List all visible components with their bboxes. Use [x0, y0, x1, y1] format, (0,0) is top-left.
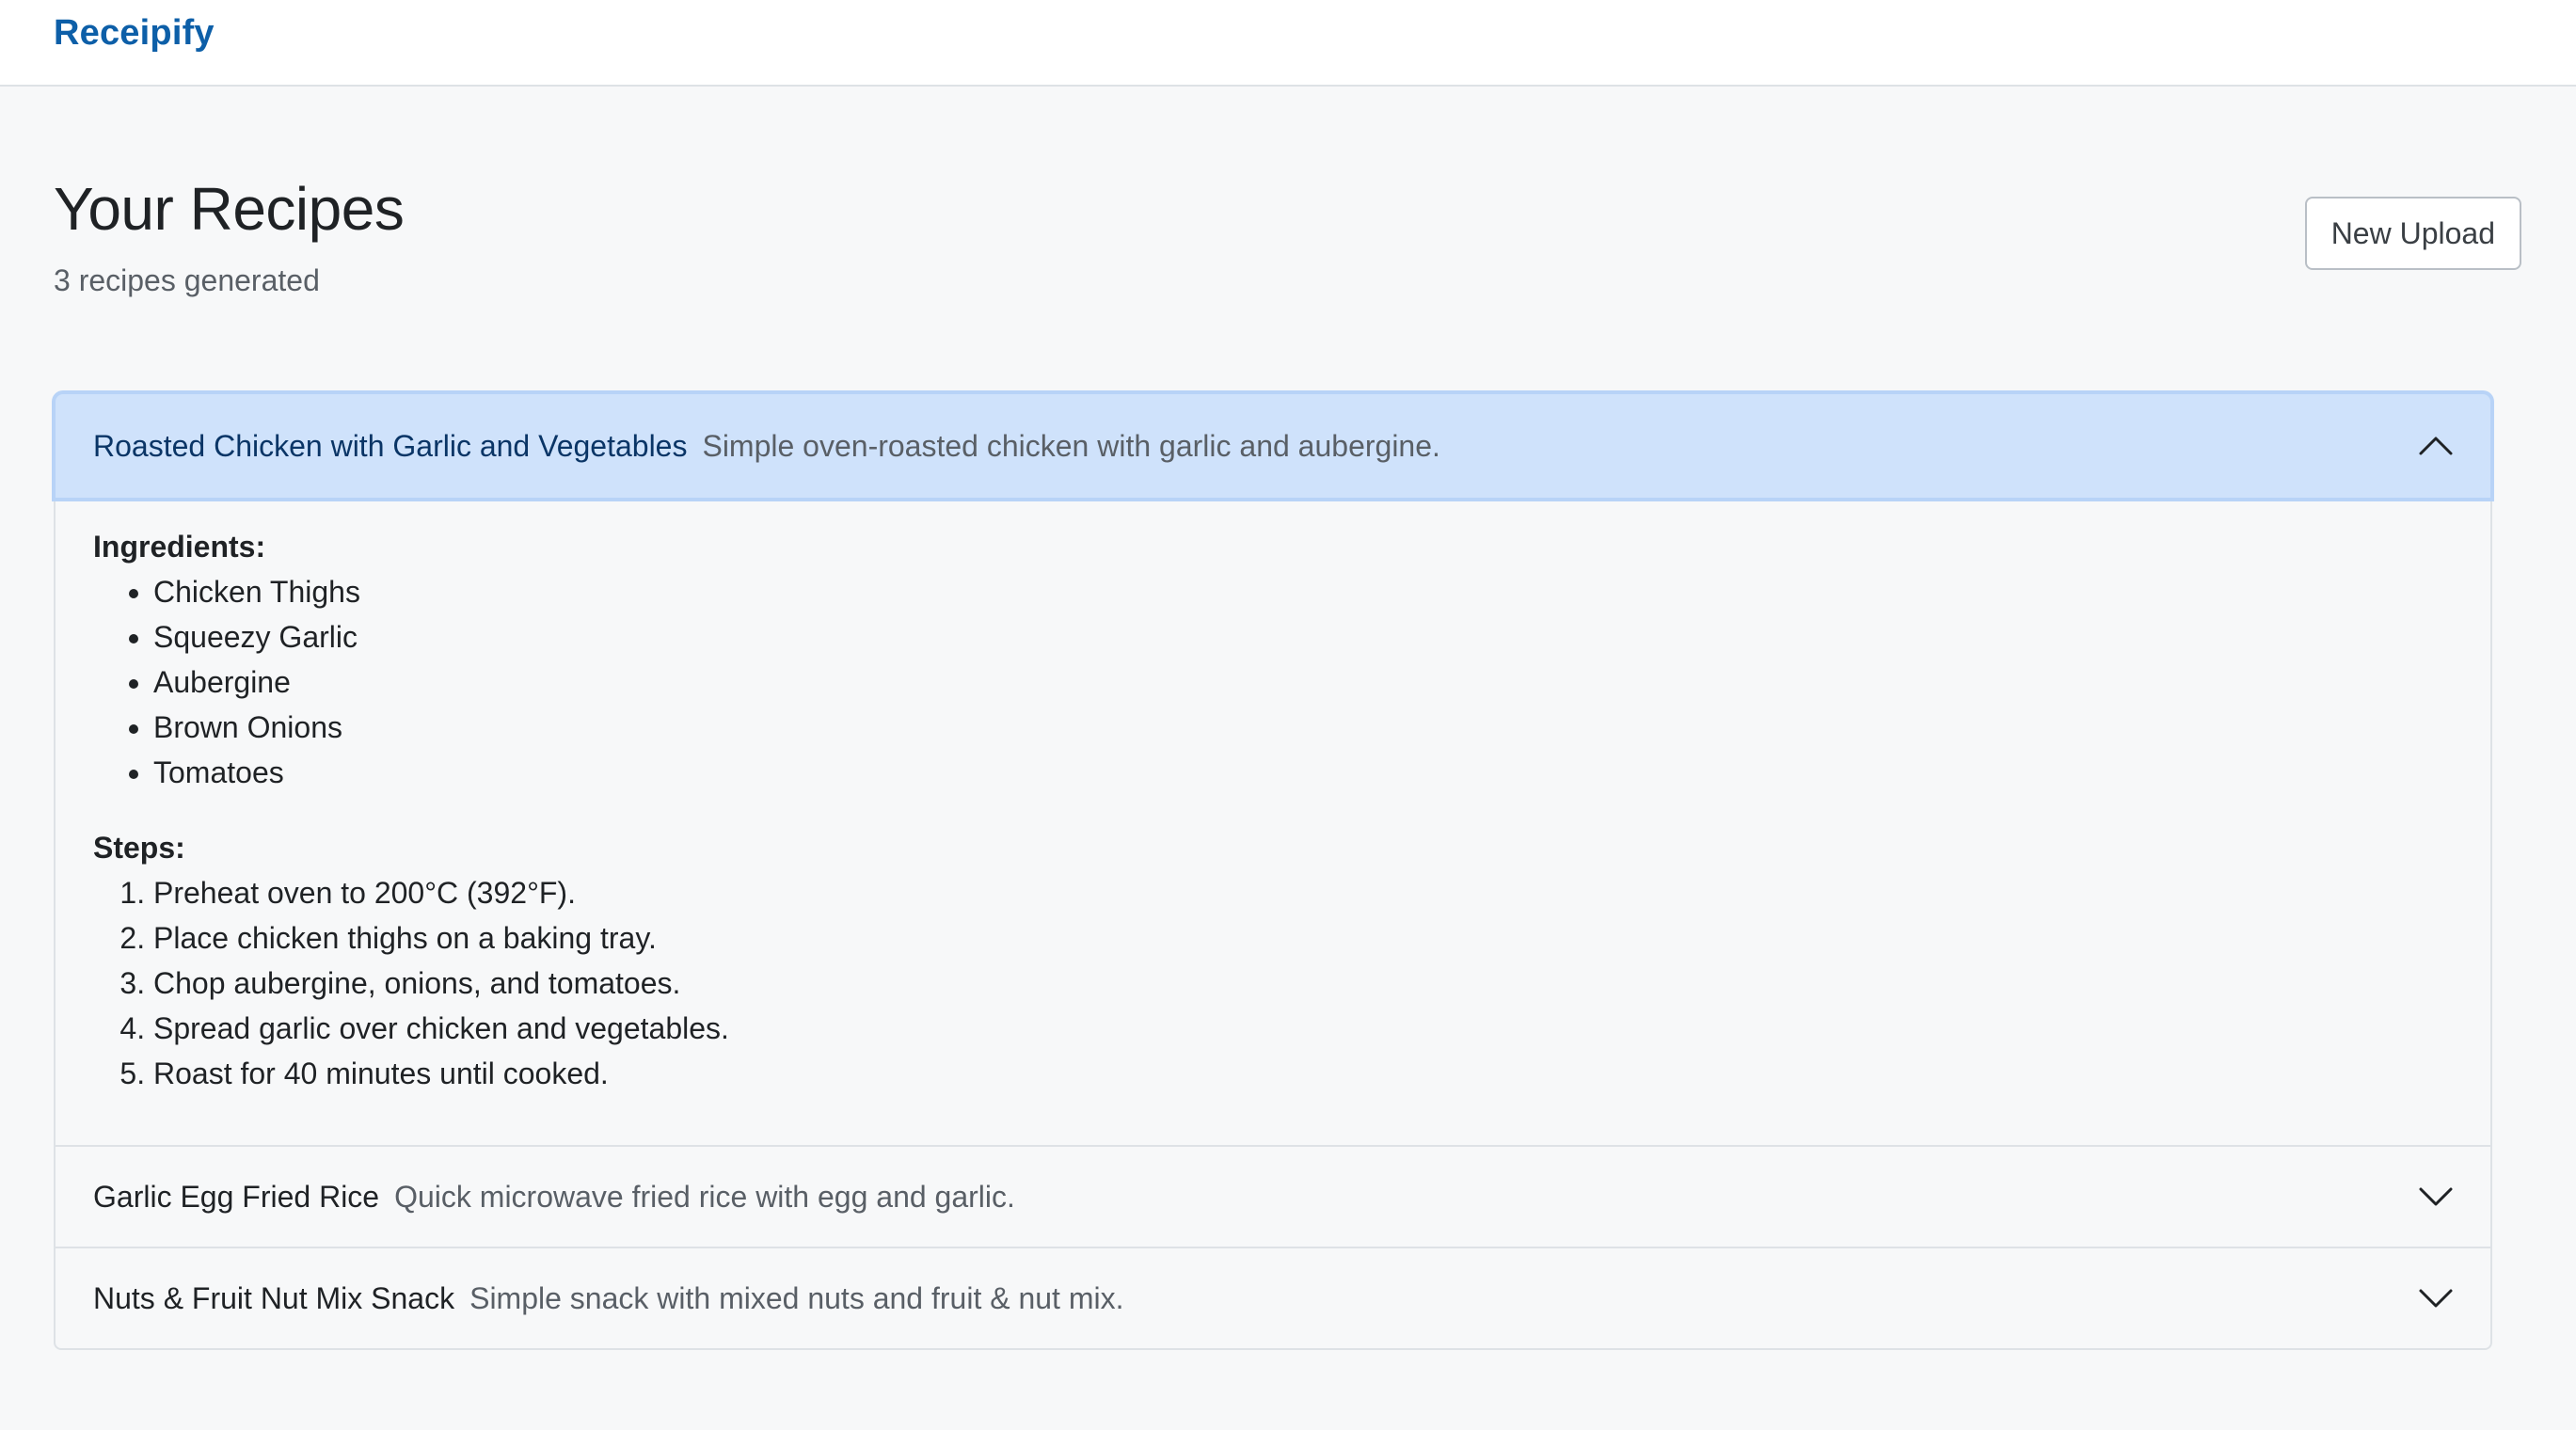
recipe-description: Quick microwave fried rice with egg and … [394, 1179, 1015, 1214]
ingredients-label: Ingredients: [93, 530, 266, 564]
recipe-title: Garlic Egg Fried Rice [93, 1179, 380, 1214]
ingredient-item: Brown Onions [153, 705, 2453, 750]
page-header: Your Recipes 3 recipes generated New Upl… [54, 179, 2522, 298]
brand-logo[interactable]: Receipify [54, 13, 215, 54]
navbar: Receipify [0, 0, 2576, 87]
recipe-body: Ingredients: Chicken Thighs Squeezy Garl… [56, 498, 2490, 1145]
step-item: Place chicken thighs on a baking tray. [153, 915, 2453, 961]
ingredient-item: Tomatoes [153, 750, 2453, 795]
chevron-down-icon[interactable] [2417, 1287, 2455, 1310]
recipe-item: Garlic Egg Fried Rice Quick microwave fr… [56, 1145, 2490, 1247]
recipe-item: Nuts & Fruit Nut Mix Snack Simple snack … [56, 1247, 2490, 1348]
title-block: Your Recipes 3 recipes generated [54, 175, 405, 298]
recipe-title: Roasted Chicken with Garlic and Vegetabl… [93, 428, 688, 463]
recipe-description: Simple oven-roasted chicken with garlic … [702, 428, 1440, 463]
new-upload-button[interactable]: New Upload [2304, 197, 2521, 270]
recipe-item: Roasted Chicken with Garlic and Vegetabl… [56, 394, 2490, 1145]
recipe-title: Nuts & Fruit Nut Mix Snack [93, 1280, 455, 1315]
steps-label: Steps: [93, 831, 185, 865]
recipe-header-garlic-egg-fried-rice[interactable]: Garlic Egg Fried Rice Quick microwave fr… [56, 1147, 2490, 1247]
main-content: Your Recipes 3 recipes generated New Upl… [0, 179, 2576, 1350]
ingredient-item: Aubergine [153, 659, 2453, 705]
step-item: Preheat oven to 200°C (392°F). [153, 870, 2453, 915]
steps-list: Preheat oven to 200°C (392°F). Place chi… [93, 870, 2453, 1096]
ingredient-item: Squeezy Garlic [153, 614, 2453, 659]
ingredient-item: Chicken Thighs [153, 569, 2453, 614]
recipe-description: Simple snack with mixed nuts and fruit &… [469, 1280, 1124, 1315]
step-item: Spread garlic over chicken and vegetable… [153, 1006, 2453, 1051]
chevron-up-icon[interactable] [2417, 435, 2455, 457]
ingredients-list: Chicken Thighs Squeezy Garlic Aubergine … [93, 569, 2453, 795]
recipe-header-nut-mix-snack[interactable]: Nuts & Fruit Nut Mix Snack Simple snack … [56, 1248, 2490, 1348]
step-item: Roast for 40 minutes until cooked. [153, 1051, 2453, 1096]
page-title: Your Recipes [54, 175, 405, 243]
chevron-down-icon[interactable] [2417, 1185, 2455, 1208]
recipe-accordion: Roasted Chicken with Garlic and Vegetabl… [54, 392, 2492, 1350]
recipe-header-roasted-chicken[interactable]: Roasted Chicken with Garlic and Vegetabl… [56, 394, 2490, 498]
recipe-count: 3 recipes generated [54, 263, 320, 297]
step-item: Chop aubergine, onions, and tomatoes. [153, 961, 2453, 1006]
